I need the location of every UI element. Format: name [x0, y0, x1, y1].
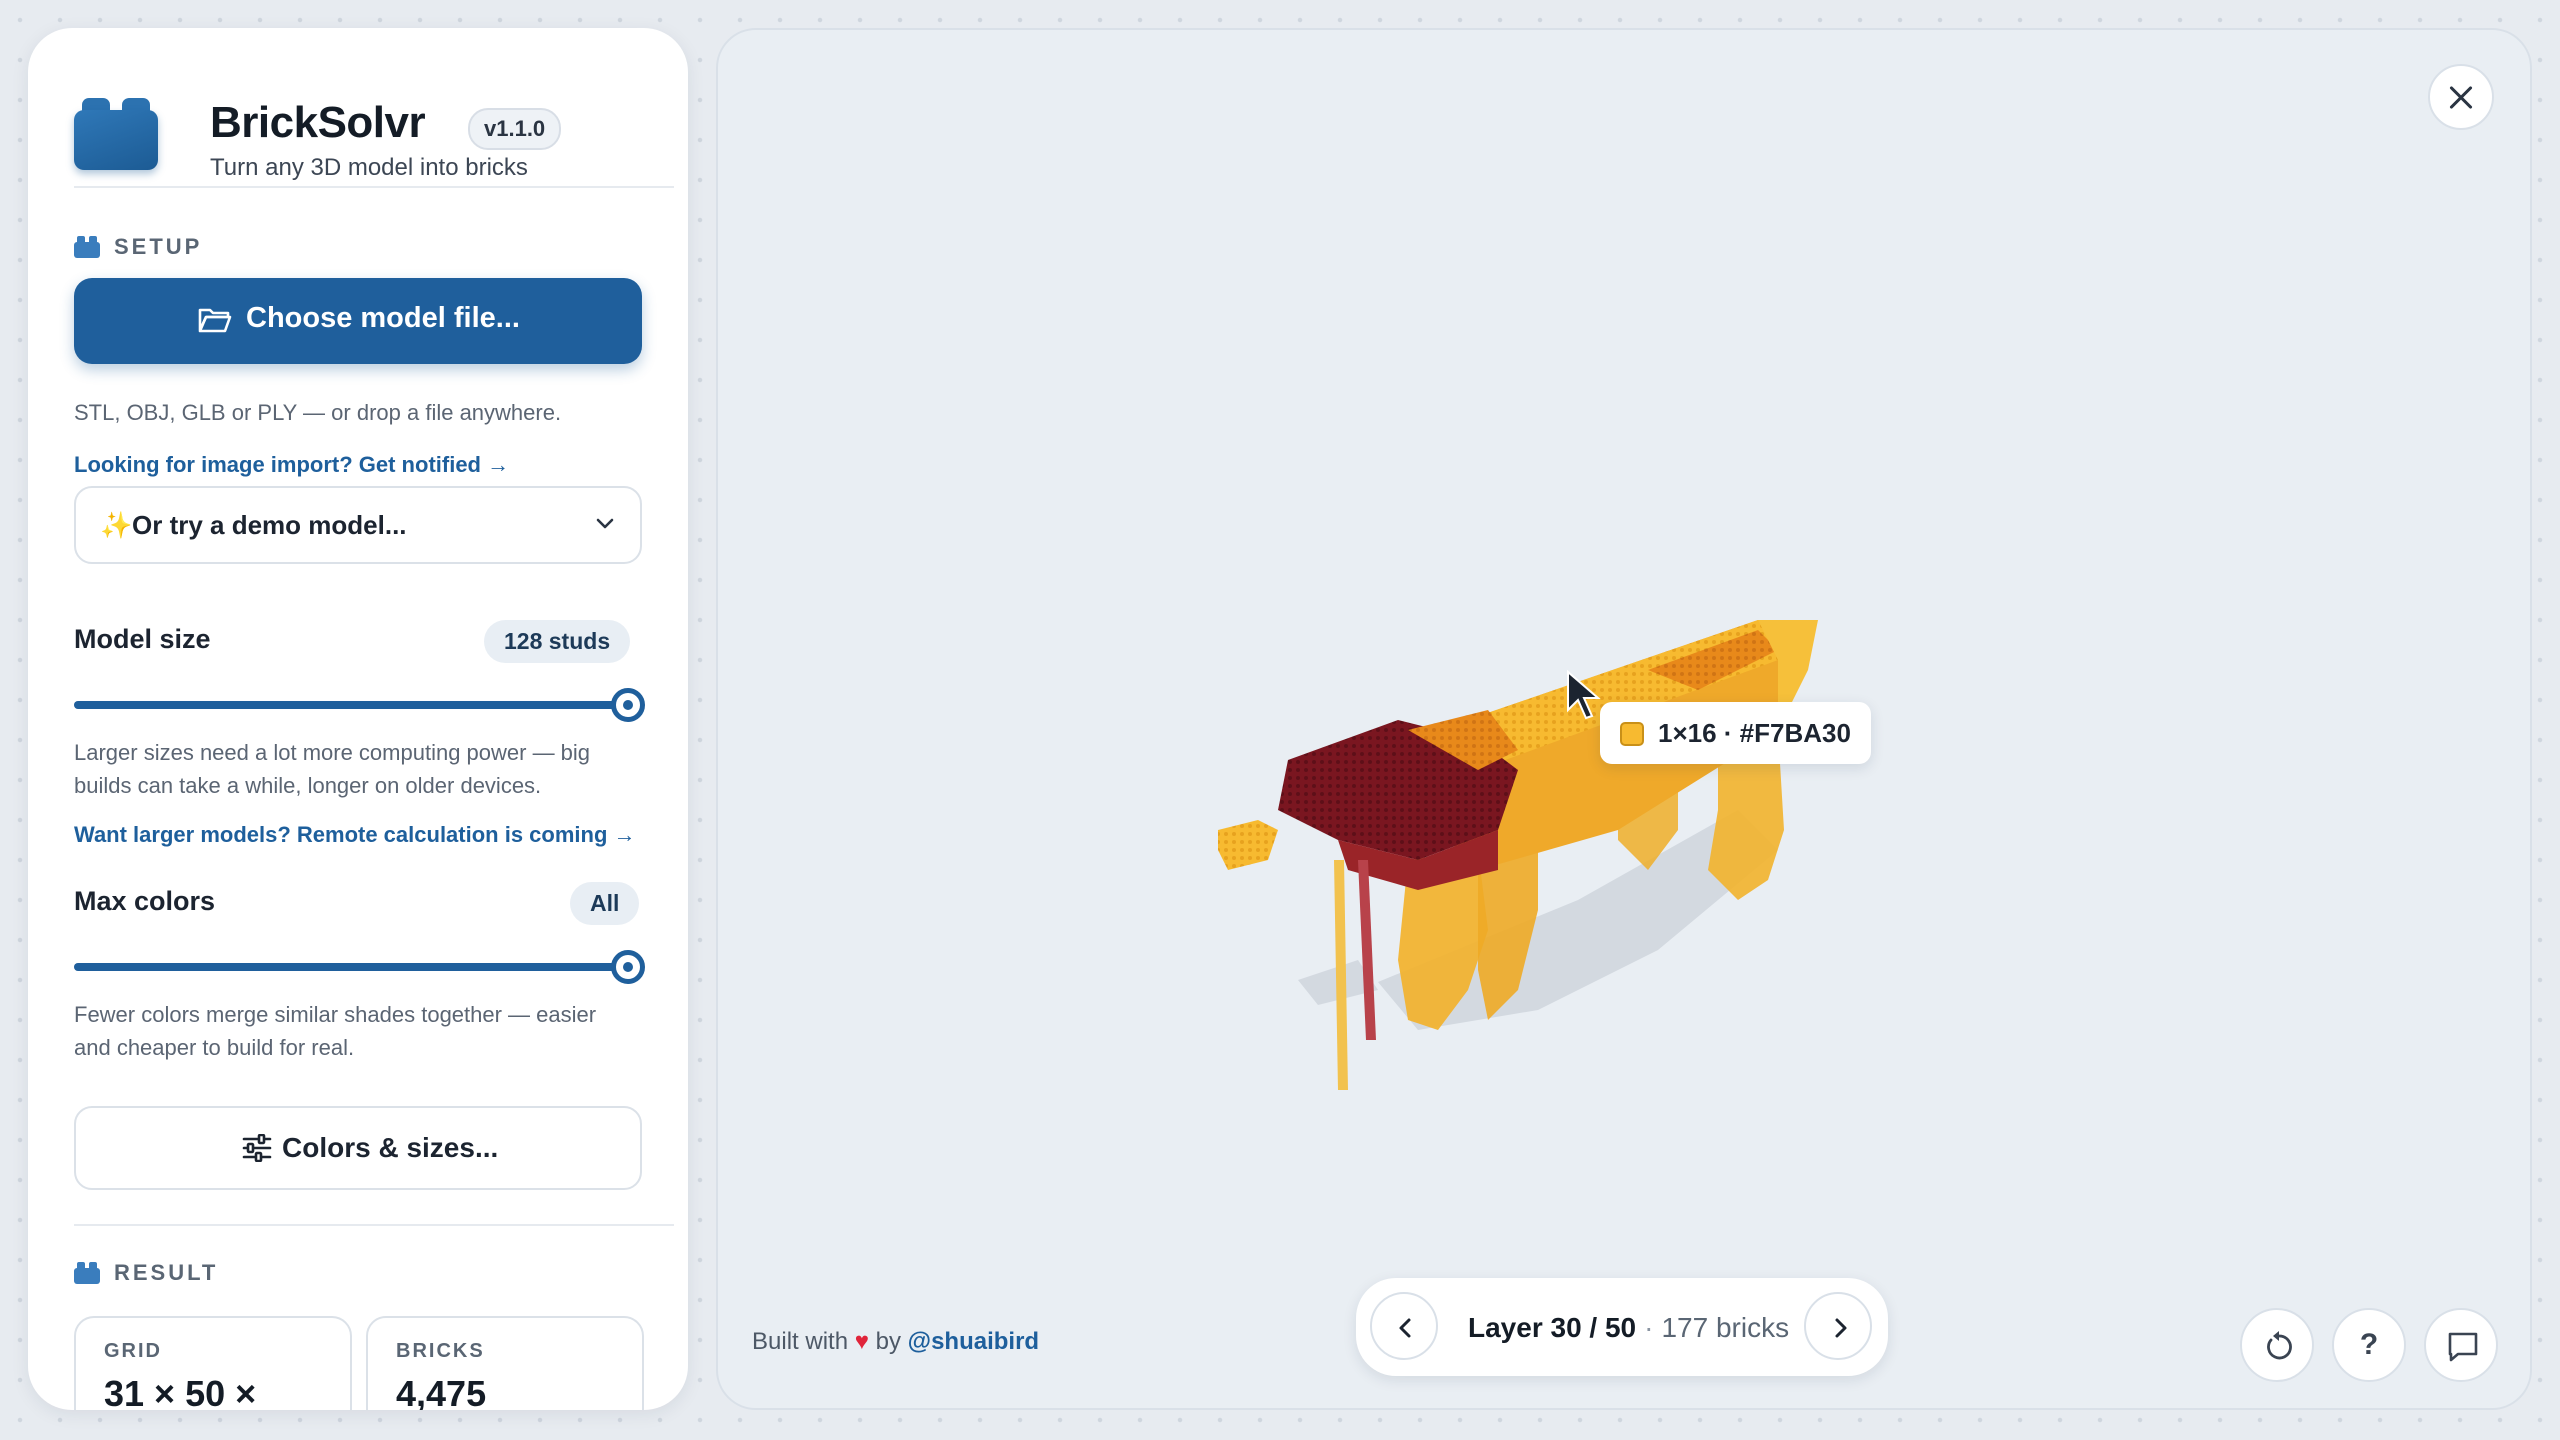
heart-icon: ♥	[854, 1328, 869, 1355]
sidebar: BrickSolvr v1.1.0 Turn any 3D model into…	[28, 28, 688, 1410]
model-size-hint: Larger sizes need a lot more computing p…	[74, 740, 591, 798]
help-icon: ?	[2359, 1328, 2379, 1361]
choose-model-file-button[interactable]: Choose model file...	[74, 278, 642, 364]
grid-stat-card: GRID 31 × 50 × 128	[74, 1316, 352, 1410]
model-viewer[interactable]: 1×16 · #F7BA30 Built with ♥ by @shuaibir…	[716, 28, 2532, 1410]
max-colors-slider[interactable]	[74, 950, 645, 984]
layer-brick-count: 177 bricks	[1661, 1312, 1790, 1343]
grid-stat-value: 31 × 50 × 128	[104, 1373, 257, 1410]
brick-tooltip: 1×16 · #F7BA30	[1600, 702, 1871, 764]
chevron-right-icon	[1835, 1318, 1847, 1338]
help-button[interactable]: ?	[2332, 1308, 2406, 1382]
colors-and-sizes-label: Colors & sizes...	[282, 1132, 499, 1163]
feedback-icon	[2448, 1332, 2478, 1362]
demo-model-select-label: Or try a demo model...	[132, 510, 407, 540]
layer-separator: ·	[1644, 1312, 1654, 1343]
grid-stat-label: GRID	[104, 1340, 162, 1362]
model-size-slider[interactable]	[74, 688, 645, 722]
chevron-left-icon	[1399, 1318, 1411, 1338]
color-swatch	[1620, 722, 1644, 746]
slider-fill	[74, 701, 628, 709]
divider	[74, 186, 674, 188]
max-colors-value-badge: All	[570, 882, 640, 925]
larger-models-link[interactable]: Want larger models? Remote calculation i…	[74, 822, 636, 848]
brick-icon	[74, 1262, 100, 1284]
image-import-link[interactable]: Looking for image import? Get notified →	[74, 452, 509, 478]
bricks-stat-value: 4,475	[396, 1373, 487, 1410]
author-link[interactable]: @shuaibird	[908, 1328, 1039, 1355]
slider-fill	[74, 963, 628, 971]
bricks-stat-label: BRICKS	[396, 1340, 485, 1362]
max-colors-label: Max colors	[74, 886, 216, 916]
colors-and-sizes-button[interactable]: Colors & sizes...	[74, 1106, 642, 1190]
brick-icon	[74, 236, 100, 258]
feedback-button[interactable]	[2424, 1308, 2498, 1382]
model-head	[1278, 710, 1518, 890]
reset-view-button[interactable]	[2240, 1308, 2314, 1382]
reset-icon	[2267, 1331, 2292, 1360]
app-title: BrickSolvr	[210, 98, 426, 147]
next-layer-button[interactable]	[1804, 1292, 1872, 1360]
layer-navigator: Layer 30 / 50 · 177 bricks	[1356, 1278, 1888, 1376]
layer-status: Layer 30 / 50 · 177 bricks	[1468, 1312, 1789, 1344]
slider-knob[interactable]	[611, 950, 645, 984]
slider-knob[interactable]	[611, 688, 645, 722]
previous-layer-button[interactable]	[1370, 1292, 1438, 1360]
sliders-icon	[242, 1134, 272, 1162]
credit-by: by	[875, 1328, 901, 1355]
credit-text: Built with ♥ by @shuaibird	[752, 1328, 1039, 1356]
layer-label: Layer 30 / 50	[1468, 1312, 1637, 1343]
formats-hint: STL, OBJ, GLB or PLY — or drop a file an…	[74, 400, 562, 425]
folder-open-icon	[198, 308, 232, 333]
brick-tooltip-label: 1×16 · #F7BA30	[1658, 718, 1851, 748]
chevron-down-icon	[596, 518, 614, 529]
choose-model-file-label: Choose model file...	[246, 302, 520, 334]
demo-model-select[interactable]: ✨ Or try a demo model...	[74, 486, 642, 564]
result-section-title: RESULT	[114, 1260, 219, 1285]
brand-header: BrickSolvr v1.1.0 Turn any 3D model into…	[74, 70, 674, 181]
divider	[74, 1224, 674, 1226]
setup-section-title: SETUP	[114, 234, 203, 259]
sparkles-icon: ✨	[100, 510, 133, 540]
credit-prefix: Built with	[752, 1328, 849, 1355]
close-button[interactable]	[2428, 64, 2494, 130]
model-size-value-badge: 128 studs	[484, 620, 631, 663]
app-tagline: Turn any 3D model into bricks	[210, 154, 528, 181]
version-badge: v1.1.0	[468, 108, 562, 150]
model-size-label: Model size	[74, 624, 211, 654]
max-colors-hint: Fewer colors merge similar shades togeth…	[74, 1002, 597, 1060]
bricks-stat-card: BRICKS 4,475	[366, 1316, 644, 1410]
brick-logo-icon	[74, 98, 158, 170]
